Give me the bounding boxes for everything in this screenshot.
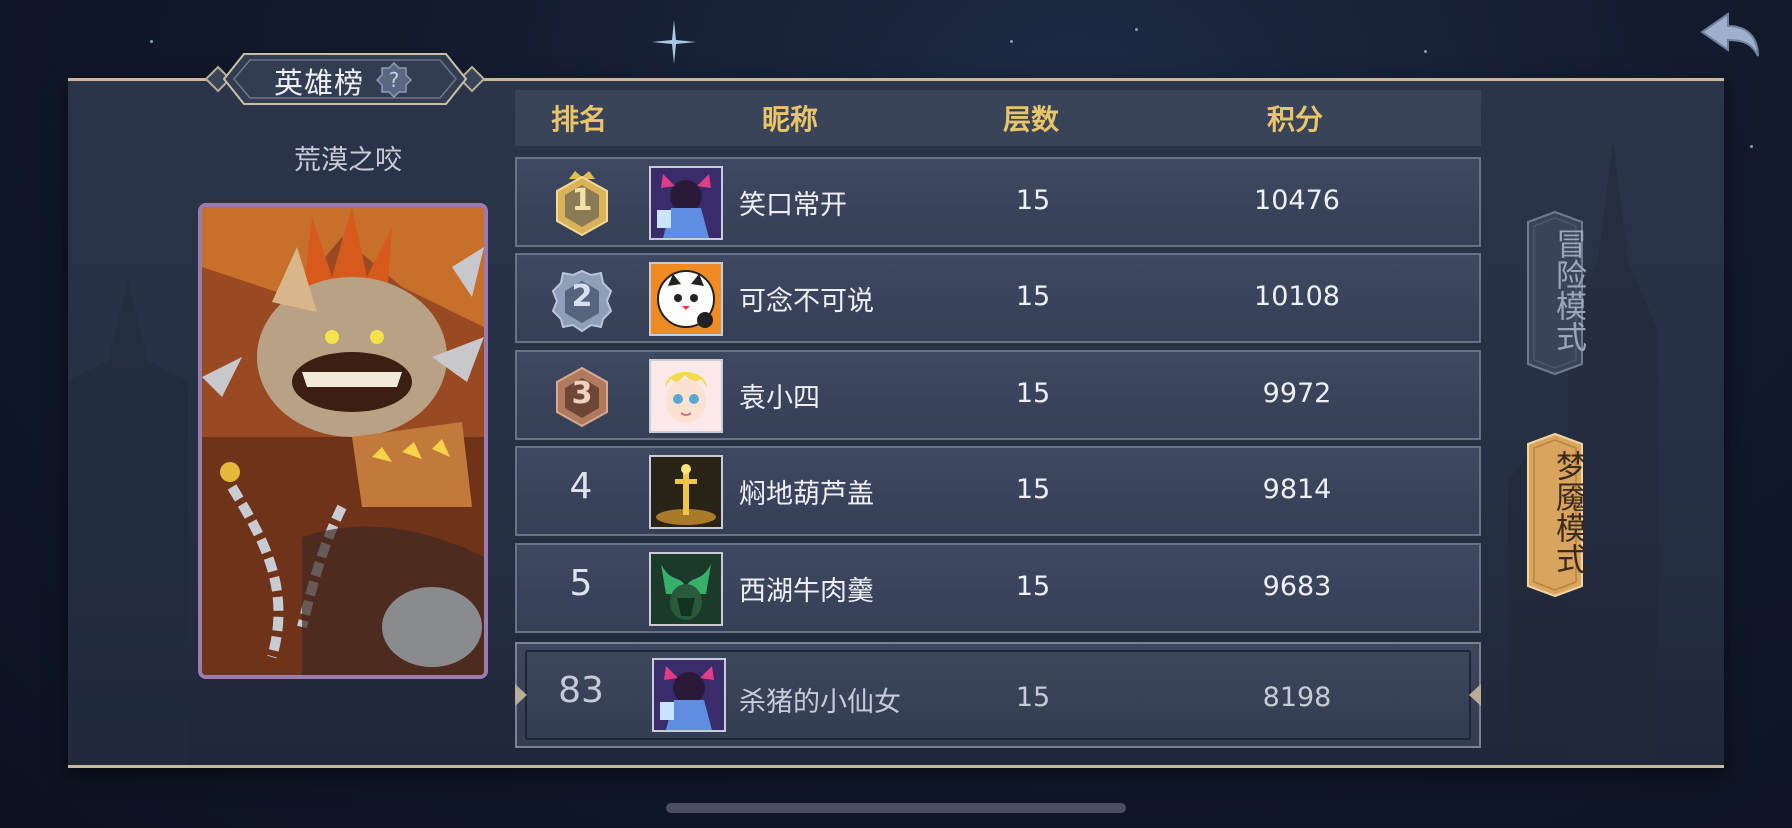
star-decoration [1750,145,1753,148]
rank-cell: 4 [517,448,645,534]
nightmare-mode-label: 梦魇模式 [1550,450,1586,574]
column-header-score: 积分 [1266,103,1323,136]
leaderboard-row[interactable]: 1 笑口常开 15 10476 [515,157,1481,247]
column-header-layers: 层数 [1002,103,1059,136]
avatar-image [651,168,721,238]
avatar-image [651,361,721,431]
player-avatar[interactable] [649,359,723,433]
star-decoration [1135,28,1138,31]
adventure-mode-label: 冒险模式 [1550,228,1586,352]
leaderboard-row[interactable]: 3 袁小四 15 9972 [515,350,1481,440]
player-avatar[interactable] [649,166,723,240]
rank-cell: 83 [517,652,645,738]
rank-cell: 3 [517,352,645,438]
player-nickname: 焖地葫芦盖 [739,479,874,510]
avatar-image [654,660,724,730]
player-nickname: 笑口常开 [739,190,847,221]
player-score: 8198 [1262,682,1332,713]
rank-cell: 2 [517,255,645,341]
player-layers: 15 [1015,378,1051,409]
werewolf-boss-illustration [202,207,484,675]
home-indicator[interactable] [666,803,1126,813]
player-score: 9972 [1262,378,1332,409]
player-nickname: 杀猪的小仙女 [739,687,901,718]
rank-number: 1 [571,183,593,218]
player-layers: 15 [1015,571,1051,602]
rank-number: 5 [569,563,593,604]
level-name: 荒漠之咬 [294,145,402,176]
rank-number: 3 [571,376,593,411]
column-header-rank: 排名 [550,103,607,136]
rank-number: 4 [569,466,593,507]
nightmare-mode-button[interactable]: 梦魇模式 [1524,432,1586,598]
player-avatar[interactable] [649,455,723,529]
player-score: 10476 [1254,185,1340,216]
avatar-image [651,457,721,527]
boss-portrait [198,203,488,679]
avatar-image [651,264,721,334]
row-frame-corner-right [1469,684,1481,706]
star-decoration [150,40,153,43]
help-question-icon[interactable]: ? [376,62,412,98]
player-avatar[interactable] [649,552,723,626]
leaderboard-row[interactable]: 5 西湖牛肉羹 15 9683 [515,543,1481,633]
leaderboard-row[interactable]: 2 可念不可说 15 10108 [515,253,1481,343]
page-title: 英雄榜 [274,66,365,100]
player-layers: 15 [1015,474,1051,505]
player-nickname: 袁小四 [739,383,820,414]
star-decoration [1424,50,1427,53]
player-layers: 15 [1015,682,1051,713]
my-rank-row[interactable]: 83 杀猪的小仙女 15 8198 [515,642,1481,748]
player-nickname: 西湖牛肉羹 [739,576,874,607]
leaderboard-title-badge: 英雄榜 ? [204,52,486,106]
leaderboard-header: 排名 昵称 层数 积分 [515,90,1481,146]
player-nickname: 可念不可说 [739,286,874,317]
player-avatar[interactable] [652,658,726,732]
rank-cell: 1 [517,159,645,245]
leaderboard-row[interactable]: 4 焖地葫芦盖 15 9814 [515,446,1481,536]
avatar-image [651,554,721,624]
rank-cell: 5 [517,545,645,631]
player-layers: 15 [1015,185,1051,216]
adventure-mode-button[interactable]: 冒险模式 [1524,210,1586,376]
svg-text:?: ? [389,68,400,92]
player-score: 9814 [1262,474,1332,505]
player-score: 9683 [1262,571,1332,602]
star-decoration [1010,40,1013,43]
player-avatar[interactable] [649,262,723,336]
sparkle-decoration [652,20,696,64]
back-arrow-icon [1700,12,1759,57]
back-button[interactable] [1698,10,1764,60]
rank-number: 83 [558,670,604,711]
player-layers: 15 [1015,281,1051,312]
rank-number: 2 [571,279,593,314]
player-score: 10108 [1254,281,1340,312]
column-header-nickname: 昵称 [761,103,818,136]
